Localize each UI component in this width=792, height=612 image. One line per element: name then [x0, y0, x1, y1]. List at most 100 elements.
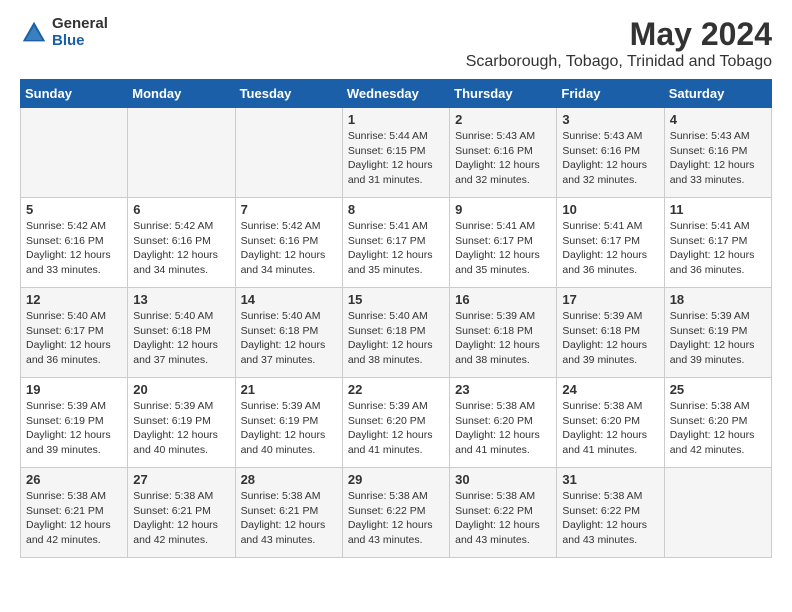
day-info: Sunrise: 5:41 AM Sunset: 6:17 PM Dayligh… [455, 219, 551, 278]
weekday-header-row: SundayMondayTuesdayWednesdayThursdayFrid… [21, 80, 772, 108]
day-number: 13 [133, 292, 229, 307]
day-info: Sunrise: 5:38 AM Sunset: 6:21 PM Dayligh… [26, 489, 122, 548]
day-info: Sunrise: 5:41 AM Sunset: 6:17 PM Dayligh… [562, 219, 658, 278]
calendar-cell [235, 108, 342, 198]
calendar-cell: 15Sunrise: 5:40 AM Sunset: 6:18 PM Dayli… [342, 288, 449, 378]
calendar-cell: 29 Sunrise: 5:38 AM Sunset: 6:22 PM Dayli… [342, 468, 449, 558]
calendar-cell: 16Sunrise: 5:39 AM Sunset: 6:18 PM Dayli… [450, 288, 557, 378]
day-info: Sunrise: 5:38 AM Sunset: 6:20 PM Dayligh… [455, 399, 551, 458]
day-number: 20 [133, 382, 229, 397]
day-number: 25 [670, 382, 766, 397]
day-number: 14 [241, 292, 337, 307]
day-number: 5 [26, 202, 122, 217]
day-info: Sunrise: 5:39 AM Sunset: 6:18 PM Dayligh… [455, 309, 551, 368]
calendar-cell: 31 Sunrise: 5:38 AM Sunset: 6:22 PM Dayli… [557, 468, 664, 558]
day-info: Sunrise: 5:38 AM Sunset: 6:22 PM Dayligh… [348, 489, 444, 548]
calendar-cell [664, 468, 771, 558]
calendar-cell: 12 Sunrise: 5:40 AM Sunset: 6:17 PM Dayli… [21, 288, 128, 378]
day-number: 23 [455, 382, 551, 397]
day-number: 27 [133, 472, 229, 487]
calendar-cell: 1 Sunrise: 5:44 AM Sunset: 6:15 PM Daylig… [342, 108, 449, 198]
calendar-cell: 2 Sunrise: 5:43 AM Sunset: 6:16 PM Daylig… [450, 108, 557, 198]
day-number: 31 [562, 472, 658, 487]
calendar-cell: 19 Sunrise: 5:39 AM Sunset: 6:19 PM Dayli… [21, 378, 128, 468]
day-info: Sunrise: 5:42 AM Sunset: 6:16 PM Dayligh… [26, 219, 122, 278]
day-info: Sunrise: 5:39 AM Sunset: 6:19 PM Dayligh… [133, 399, 229, 458]
day-info: Sunrise: 5:39 AM Sunset: 6:19 PM Dayligh… [670, 309, 766, 368]
day-info: Sunrise: 5:38 AM Sunset: 6:22 PM Dayligh… [562, 489, 658, 548]
day-number: 11 [670, 202, 766, 217]
day-info: Sunrise: 5:40 AM Sunset: 6:18 PM Dayligh… [133, 309, 229, 368]
day-info: Sunrise: 5:41 AM Sunset: 6:17 PM Dayligh… [670, 219, 766, 278]
day-number: 1 [348, 112, 444, 127]
day-number: 9 [455, 202, 551, 217]
calendar-cell: 28 Sunrise: 5:38 AM Sunset: 6:21 PM Dayli… [235, 468, 342, 558]
day-number: 3 [562, 112, 658, 127]
title-area: May 2024 Scarborough, Tobago, Trinidad a… [466, 16, 772, 71]
day-number: 22 [348, 382, 444, 397]
day-info: Sunrise: 5:38 AM Sunset: 6:22 PM Dayligh… [455, 489, 551, 548]
weekday-header-saturday: Saturday [664, 80, 771, 108]
day-info: Sunrise: 5:41 AM Sunset: 6:17 PM Dayligh… [348, 219, 444, 278]
calendar-cell: 8Sunrise: 5:41 AM Sunset: 6:17 PM Daylig… [342, 198, 449, 288]
calendar-cell: 22 Sunrise: 5:39 AM Sunset: 6:20 PM Dayli… [342, 378, 449, 468]
calendar-cell: 3Sunrise: 5:43 AM Sunset: 6:16 PM Daylig… [557, 108, 664, 198]
day-number: 29 [348, 472, 444, 487]
day-info: Sunrise: 5:44 AM Sunset: 6:15 PM Dayligh… [348, 129, 444, 188]
day-number: 2 [455, 112, 551, 127]
calendar-cell: 10 Sunrise: 5:41 AM Sunset: 6:17 PM Dayli… [557, 198, 664, 288]
day-info: Sunrise: 5:40 AM Sunset: 6:18 PM Dayligh… [348, 309, 444, 368]
day-info: Sunrise: 5:40 AM Sunset: 6:18 PM Dayligh… [241, 309, 337, 368]
day-info: Sunrise: 5:38 AM Sunset: 6:20 PM Dayligh… [562, 399, 658, 458]
day-number: 19 [26, 382, 122, 397]
day-info: Sunrise: 5:38 AM Sunset: 6:21 PM Dayligh… [133, 489, 229, 548]
weekday-header-sunday: Sunday [21, 80, 128, 108]
day-number: 12 [26, 292, 122, 307]
day-info: Sunrise: 5:42 AM Sunset: 6:16 PM Dayligh… [133, 219, 229, 278]
page-header: General Blue May 2024 Scarborough, Tobag… [20, 16, 772, 71]
day-number: 7 [241, 202, 337, 217]
day-number: 30 [455, 472, 551, 487]
logo: General Blue [20, 16, 108, 49]
day-info: Sunrise: 5:39 AM Sunset: 6:20 PM Dayligh… [348, 399, 444, 458]
day-info: Sunrise: 5:38 AM Sunset: 6:20 PM Dayligh… [670, 399, 766, 458]
day-number: 24 [562, 382, 658, 397]
day-number: 10 [562, 202, 658, 217]
calendar-cell: 26Sunrise: 5:38 AM Sunset: 6:21 PM Dayli… [21, 468, 128, 558]
logo-icon [20, 19, 48, 47]
calendar-cell [21, 108, 128, 198]
weekday-header-wednesday: Wednesday [342, 80, 449, 108]
day-number: 18 [670, 292, 766, 307]
day-info: Sunrise: 5:43 AM Sunset: 6:16 PM Dayligh… [670, 129, 766, 188]
calendar-cell: 21Sunrise: 5:39 AM Sunset: 6:19 PM Dayli… [235, 378, 342, 468]
calendar-cell: 4Sunrise: 5:43 AM Sunset: 6:16 PM Daylig… [664, 108, 771, 198]
calendar-table: SundayMondayTuesdayWednesdayThursdayFrid… [20, 79, 772, 558]
week-row-2: 5 Sunrise: 5:42 AM Sunset: 6:16 PM Daylig… [21, 198, 772, 288]
week-row-5: 26Sunrise: 5:38 AM Sunset: 6:21 PM Dayli… [21, 468, 772, 558]
weekday-header-friday: Friday [557, 80, 664, 108]
calendar-cell: 13 Sunrise: 5:40 AM Sunset: 6:18 PM Dayli… [128, 288, 235, 378]
day-number: 28 [241, 472, 337, 487]
day-info: Sunrise: 5:39 AM Sunset: 6:19 PM Dayligh… [26, 399, 122, 458]
week-row-4: 19 Sunrise: 5:39 AM Sunset: 6:19 PM Dayli… [21, 378, 772, 468]
day-info: Sunrise: 5:40 AM Sunset: 6:17 PM Dayligh… [26, 309, 122, 368]
calendar-cell: 20 Sunrise: 5:39 AM Sunset: 6:19 PM Dayli… [128, 378, 235, 468]
weekday-header-thursday: Thursday [450, 80, 557, 108]
calendar-cell: 14 Sunrise: 5:40 AM Sunset: 6:18 PM Dayli… [235, 288, 342, 378]
calendar-cell: 27 Sunrise: 5:38 AM Sunset: 6:21 PM Dayli… [128, 468, 235, 558]
day-info: Sunrise: 5:39 AM Sunset: 6:18 PM Dayligh… [562, 309, 658, 368]
subtitle: Scarborough, Tobago, Trinidad and Tobago [466, 53, 772, 71]
calendar-cell: 24 Sunrise: 5:38 AM Sunset: 6:20 PM Dayli… [557, 378, 664, 468]
main-title: May 2024 [466, 16, 772, 53]
week-row-3: 12 Sunrise: 5:40 AM Sunset: 6:17 PM Dayli… [21, 288, 772, 378]
calendar-cell: 18 Sunrise: 5:39 AM Sunset: 6:19 PM Dayli… [664, 288, 771, 378]
weekday-header-monday: Monday [128, 80, 235, 108]
weekday-header-tuesday: Tuesday [235, 80, 342, 108]
day-info: Sunrise: 5:42 AM Sunset: 6:16 PM Dayligh… [241, 219, 337, 278]
logo-general-text: General [52, 16, 108, 33]
day-info: Sunrise: 5:43 AM Sunset: 6:16 PM Dayligh… [455, 129, 551, 188]
day-number: 6 [133, 202, 229, 217]
day-info: Sunrise: 5:38 AM Sunset: 6:21 PM Dayligh… [241, 489, 337, 548]
calendar-cell: 23 Sunrise: 5:38 AM Sunset: 6:20 PM Dayli… [450, 378, 557, 468]
week-row-1: 1 Sunrise: 5:44 AM Sunset: 6:15 PM Daylig… [21, 108, 772, 198]
